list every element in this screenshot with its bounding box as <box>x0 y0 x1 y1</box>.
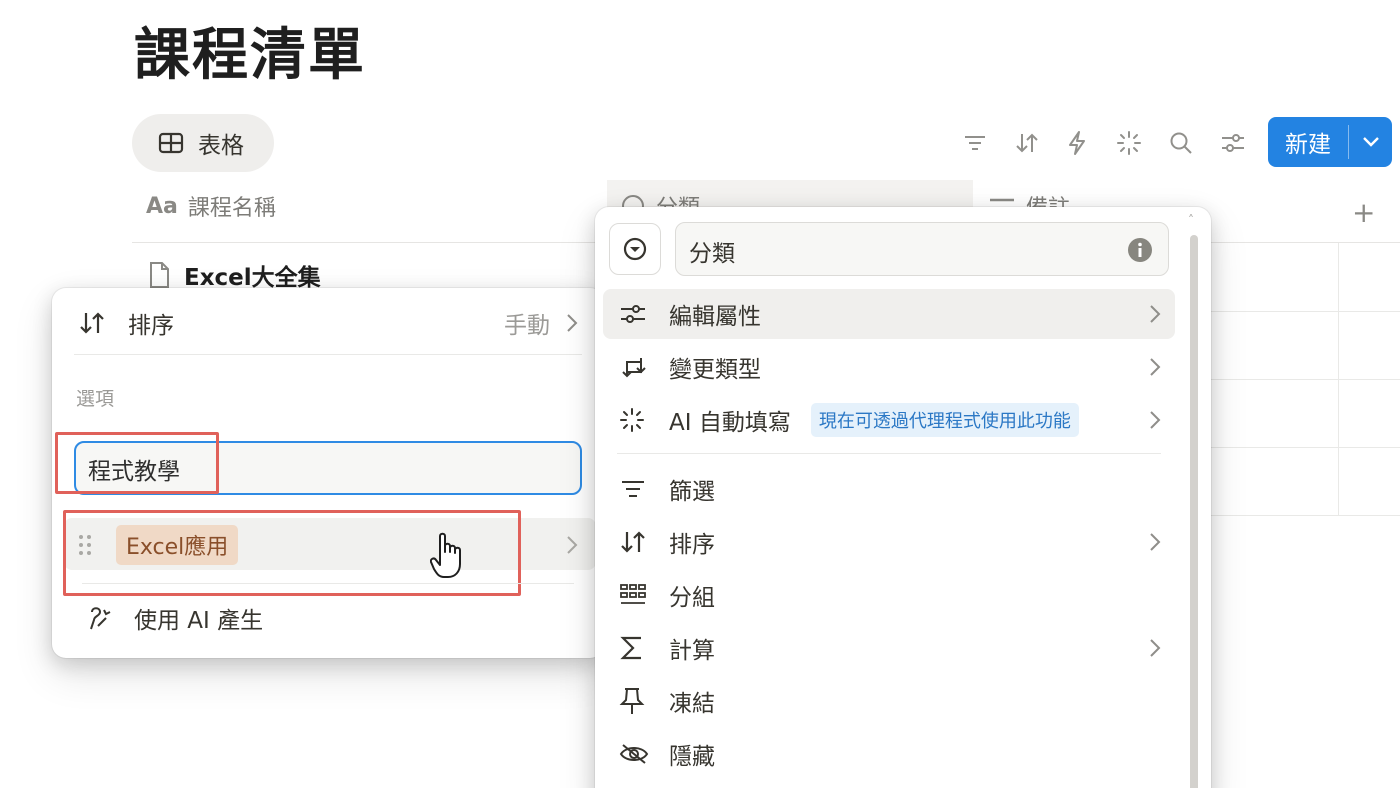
pin-icon <box>619 686 647 716</box>
automation-icon[interactable] <box>1060 126 1094 160</box>
group-icon <box>619 583 647 607</box>
divider <box>617 453 1161 454</box>
chevron-right-icon <box>1149 304 1161 324</box>
column-header-name[interactable]: Aa 課程名稱 <box>146 190 276 222</box>
menu-item-group[interactable]: 分組 <box>619 578 1161 612</box>
menu-item-label: 凍結 <box>669 691 715 717</box>
page-icon <box>148 261 170 289</box>
chevron-right-icon <box>566 313 578 333</box>
menu-item-label: 隱藏 <box>669 744 715 770</box>
ai-icon <box>619 407 647 433</box>
column-divider <box>1338 243 1339 515</box>
divider <box>82 583 574 584</box>
hide-icon <box>619 742 649 766</box>
new-button[interactable]: 新建 <box>1268 117 1392 167</box>
highlight-box <box>55 432 219 494</box>
chevron-right-icon <box>1149 410 1161 430</box>
scrollbar[interactable] <box>1190 235 1198 788</box>
column-label: 課程名稱 <box>187 196 276 221</box>
sort-value: 手動 <box>504 313 550 339</box>
chevron-down-icon[interactable] <box>1349 117 1392 167</box>
chevron-right-icon[interactable] <box>566 535 578 555</box>
ai-wand-icon <box>88 604 114 632</box>
ai-generate-label: 使用 AI 產生 <box>134 608 264 634</box>
settings-icon[interactable] <box>1216 126 1250 160</box>
row-divider <box>1211 311 1400 312</box>
menu-item-edit-property[interactable]: 編輯屬性 <box>619 297 1161 331</box>
settings-icon <box>619 303 647 325</box>
options-heading: 選項 <box>76 388 115 410</box>
page-title: 課程清單 <box>134 23 366 88</box>
table-row[interactable]: Excel大全集 <box>148 258 321 292</box>
property-name-input[interactable] <box>675 222 1169 276</box>
sigma-icon <box>619 634 647 662</box>
text-type-icon: Aa <box>146 193 178 219</box>
new-button-label: 新建 <box>1285 132 1331 158</box>
tab-table-view[interactable]: 表格 <box>132 114 274 172</box>
select-type-icon <box>622 236 648 262</box>
menu-item-label: 排序 <box>669 532 715 558</box>
divider <box>74 354 582 355</box>
add-column-button[interactable]: + <box>1352 196 1375 229</box>
feature-badge: 現在可透過代理程式使用此功能 <box>810 403 1079 437</box>
table-icon <box>158 132 184 154</box>
chevron-right-icon <box>1149 638 1161 658</box>
hand-cursor-icon <box>430 532 468 580</box>
row-divider <box>1211 379 1400 380</box>
sort-icon[interactable] <box>1010 126 1044 160</box>
property-menu: 分類 ˄ 編輯屬性 變更類型 AI 自動填寫 現在可透過代理程式使用此功能 篩選… <box>595 207 1211 788</box>
filter-icon[interactable] <box>958 126 992 160</box>
menu-item-filter[interactable]: 篩選 <box>619 472 1161 506</box>
row-divider <box>1211 447 1400 448</box>
chevron-right-icon <box>1149 532 1161 552</box>
row-title[interactable]: Excel大全集 <box>184 258 321 292</box>
sort-icon <box>78 310 106 336</box>
filter-icon <box>619 478 647 500</box>
select-options-menu: 排序 手動 選項 程式教學 Excel應用 使用 AI 產生 <box>52 288 604 658</box>
menu-item-hide[interactable]: 隱藏 <box>619 737 1161 771</box>
menu-item-label: 分組 <box>669 585 715 611</box>
menu-item-label: 篩選 <box>669 479 715 505</box>
search-icon[interactable] <box>1164 126 1198 160</box>
chevron-right-icon <box>1149 357 1161 377</box>
menu-item-ai-autofill[interactable]: AI 自動填寫 現在可透過代理程式使用此功能 <box>619 403 1161 437</box>
tab-label: 表格 <box>198 133 244 159</box>
menu-item-label: 編輯屬性 <box>669 304 761 330</box>
menu-item-calculate[interactable]: 計算 <box>619 631 1161 665</box>
change-type-icon <box>619 354 647 380</box>
menu-item-freeze[interactable]: 凍結 <box>619 684 1161 718</box>
property-type-button[interactable] <box>609 223 661 275</box>
ai-generate-item[interactable]: 使用 AI 產生 <box>88 600 568 636</box>
menu-item-label: AI 自動填寫 <box>669 410 791 436</box>
menu-item-label: 變更類型 <box>669 357 761 383</box>
property-name-value[interactable]: 分類 <box>689 234 735 268</box>
sort-label: 排序 <box>128 313 174 339</box>
sort-option-row[interactable]: 排序 手動 <box>78 306 578 340</box>
menu-item-sort[interactable]: 排序 <box>619 525 1161 559</box>
row-divider <box>1211 515 1400 516</box>
scroll-up-icon[interactable]: ˄ <box>1188 213 1194 227</box>
info-icon[interactable] <box>1127 237 1153 263</box>
ai-icon[interactable] <box>1112 126 1146 160</box>
menu-item-label: 計算 <box>669 638 715 664</box>
sort-icon <box>619 529 647 555</box>
menu-item-change-type[interactable]: 變更類型 <box>619 350 1161 384</box>
